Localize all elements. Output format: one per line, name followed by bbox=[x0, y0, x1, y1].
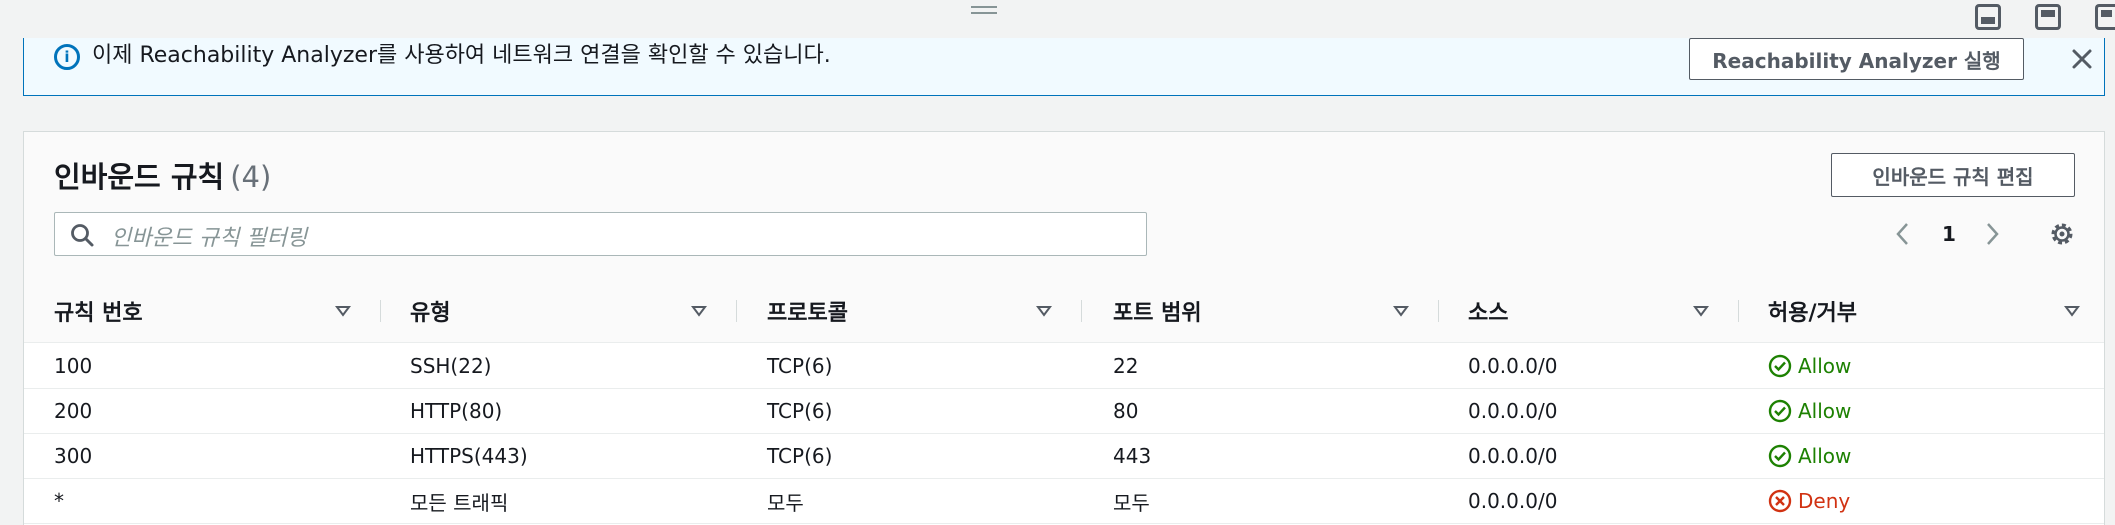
column-header-source[interactable]: 소스 bbox=[1468, 280, 1508, 342]
column-header-protocol[interactable]: 프로토콜 bbox=[767, 280, 848, 342]
rule-port: 80 bbox=[1113, 399, 1139, 423]
rule-source: 0.0.0.0/0 bbox=[1468, 399, 1558, 423]
status-badge: Allow bbox=[1768, 389, 1851, 433]
rule-protocol: 모두 bbox=[767, 490, 804, 515]
column-header-allow-deny[interactable]: 허용/거부 bbox=[1768, 280, 1857, 342]
dock-side-icon[interactable] bbox=[2095, 4, 2115, 30]
page-number[interactable]: 1 bbox=[1942, 222, 1956, 246]
dock-split-icon[interactable] bbox=[2035, 4, 2061, 30]
check-circle-icon bbox=[1768, 399, 1792, 423]
rule-source: 0.0.0.0/0 bbox=[1468, 489, 1558, 513]
column-header-type[interactable]: 유형 bbox=[410, 280, 450, 342]
sort-icon[interactable] bbox=[335, 304, 351, 318]
rule-protocol: TCP(6) bbox=[767, 444, 833, 468]
rule-number: 300 bbox=[54, 444, 93, 468]
status-text: Allow bbox=[1798, 354, 1852, 378]
sort-icon[interactable] bbox=[1393, 304, 1409, 318]
panel-title: 인바운드 규칙 (4) bbox=[54, 160, 272, 194]
run-reachability-analyzer-button[interactable]: Reachability Analyzer 실행 bbox=[1689, 38, 2024, 80]
next-page-icon[interactable] bbox=[1981, 220, 2003, 248]
status-badge: Allow bbox=[1768, 344, 1851, 388]
status-text: Allow bbox=[1798, 444, 1852, 468]
rule-type: HTTP(80) bbox=[410, 399, 503, 423]
gear-icon[interactable] bbox=[2047, 219, 2077, 249]
dock-bottom-icon[interactable] bbox=[1975, 4, 2001, 30]
table-row[interactable]: 200 HTTP(80) TCP(6) 80 0.0.0.0/0 Allow bbox=[24, 389, 2104, 434]
banner-message: 이제 Reachability Analyzer를 사용하여 네트워크 연결을 … bbox=[92, 43, 831, 68]
rule-source: 0.0.0.0/0 bbox=[1468, 444, 1558, 468]
check-circle-icon bbox=[1768, 444, 1792, 468]
table-row[interactable]: 100 SSH(22) TCP(6) 22 0.0.0.0/0 Allow bbox=[24, 344, 2104, 389]
rule-port: 22 bbox=[1113, 354, 1139, 378]
rule-port: 443 bbox=[1113, 444, 1152, 468]
rule-protocol: TCP(6) bbox=[767, 399, 833, 423]
resize-handle[interactable] bbox=[971, 6, 997, 16]
table-header: 규칙 번호 유형 프로토콜 포트 범위 소스 허용/거부 bbox=[24, 280, 2104, 343]
rule-port: 모두 bbox=[1113, 490, 1150, 515]
previous-page-icon[interactable] bbox=[1892, 220, 1914, 248]
rule-type: HTTPS(443) bbox=[410, 444, 528, 468]
status-badge: Deny bbox=[1768, 479, 1850, 523]
x-circle-icon bbox=[1768, 489, 1792, 513]
table-row[interactable]: 300 HTTPS(443) TCP(6) 443 0.0.0.0/0 Allo… bbox=[24, 434, 2104, 479]
column-header-port-range[interactable]: 포트 범위 bbox=[1113, 280, 1202, 342]
sort-icon[interactable] bbox=[1036, 304, 1052, 318]
edit-inbound-rules-button[interactable]: 인바운드 규칙 편집 bbox=[1831, 153, 2075, 197]
rule-number: * bbox=[54, 489, 64, 513]
rule-type: 모든 트래픽 bbox=[410, 490, 509, 515]
rule-number: 200 bbox=[54, 399, 93, 423]
search-icon bbox=[71, 224, 94, 247]
info-icon: i bbox=[54, 44, 80, 70]
status-text: Deny bbox=[1798, 489, 1851, 513]
status-text: Allow bbox=[1798, 399, 1852, 423]
rule-count: (4) bbox=[230, 160, 272, 194]
sort-icon[interactable] bbox=[691, 304, 707, 318]
table-row[interactable]: * 모든 트래픽 모두 모두 0.0.0.0/0 Deny bbox=[24, 479, 2104, 524]
search-placeholder: 인바운드 규칙 필터링 bbox=[111, 226, 308, 251]
panel-header: 인바운드 규칙 (4) 인바운드 규칙 편집 인바운드 규칙 필터링 1 bbox=[24, 132, 2104, 281]
inbound-rules-panel: 인바운드 규칙 (4) 인바운드 규칙 편집 인바운드 규칙 필터링 1 규칙 번… bbox=[23, 131, 2105, 525]
column-header-rule-number[interactable]: 규칙 번호 bbox=[54, 280, 143, 342]
close-icon[interactable] bbox=[2062, 41, 2102, 77]
rule-type: SSH(22) bbox=[410, 354, 492, 378]
info-banner: i 이제 Reachability Analyzer를 사용하여 네트워크 연결… bbox=[23, 38, 2105, 96]
status-badge: Allow bbox=[1768, 434, 1851, 478]
rule-source: 0.0.0.0/0 bbox=[1468, 354, 1558, 378]
rule-protocol: TCP(6) bbox=[767, 354, 833, 378]
sort-icon[interactable] bbox=[2064, 304, 2080, 318]
rule-number: 100 bbox=[54, 354, 93, 378]
check-circle-icon bbox=[1768, 354, 1792, 378]
top-split-bar bbox=[0, 0, 2115, 38]
search-input[interactable]: 인바운드 규칙 필터링 bbox=[54, 212, 1147, 256]
sort-icon[interactable] bbox=[1693, 304, 1709, 318]
